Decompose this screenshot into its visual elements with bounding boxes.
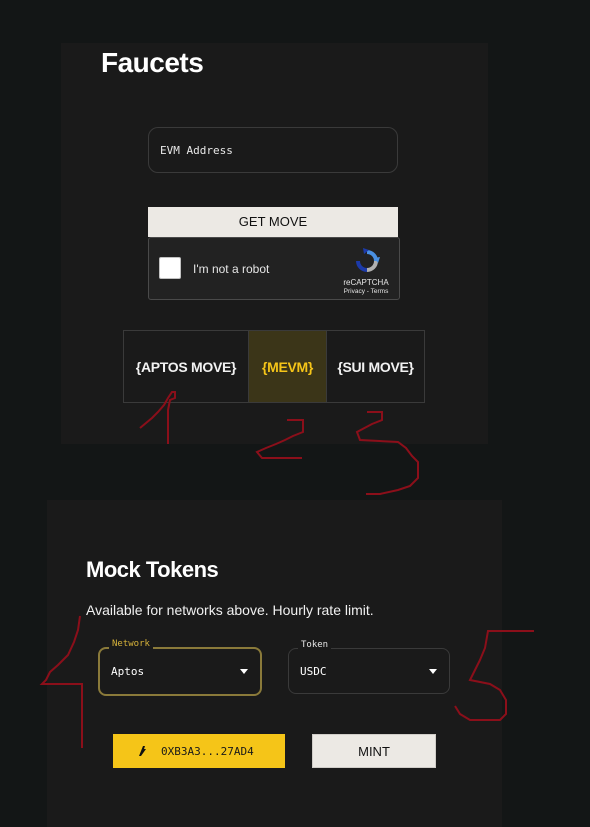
- mint-button[interactable]: MINT: [312, 734, 436, 768]
- recaptcha-widget: I'm not a robot reCAPTCHA Privacy - Term…: [148, 237, 400, 300]
- token-select[interactable]: Token USDC: [288, 640, 450, 694]
- evm-address-input[interactable]: [148, 127, 398, 173]
- network-select[interactable]: Network Aptos: [98, 639, 262, 696]
- token-select-value: USDC: [300, 665, 327, 678]
- network-select-value: Aptos: [111, 665, 145, 678]
- wallet-address: 0XB3A3...27AD4: [161, 744, 254, 758]
- tab-sui-move[interactable]: {SUI MOVE}: [327, 331, 424, 402]
- get-move-button[interactable]: GET MOVE: [148, 207, 398, 237]
- tab-mevm[interactable]: {MEVM}: [249, 331, 327, 402]
- mock-tokens-title: Mock Tokens: [86, 557, 219, 582]
- recaptcha-logo-icon: [356, 248, 380, 272]
- recaptcha-brand: reCAPTCHA: [343, 278, 389, 287]
- chevron-down-icon: [240, 669, 248, 674]
- recaptcha-links[interactable]: Privacy - Terms: [337, 288, 395, 295]
- wallet-logo-icon: [139, 746, 146, 756]
- recaptcha-checkbox[interactable]: [159, 257, 181, 279]
- token-select-label: Token: [298, 640, 332, 650]
- wallet-address-button[interactable]: 0XB3A3...27AD4: [113, 734, 285, 768]
- mock-tokens-subtitle: Available for networks above. Hourly rat…: [86, 602, 374, 618]
- faucets-title: Faucets: [101, 47, 204, 78]
- chevron-down-icon: [429, 669, 437, 674]
- tab-aptos-move[interactable]: {APTOS MOVE}: [124, 331, 249, 402]
- network-select-label: Network: [109, 639, 153, 649]
- recaptcha-label: I'm not a robot: [193, 262, 270, 276]
- network-tabs: {APTOS MOVE} {MEVM} {SUI MOVE}: [123, 330, 425, 403]
